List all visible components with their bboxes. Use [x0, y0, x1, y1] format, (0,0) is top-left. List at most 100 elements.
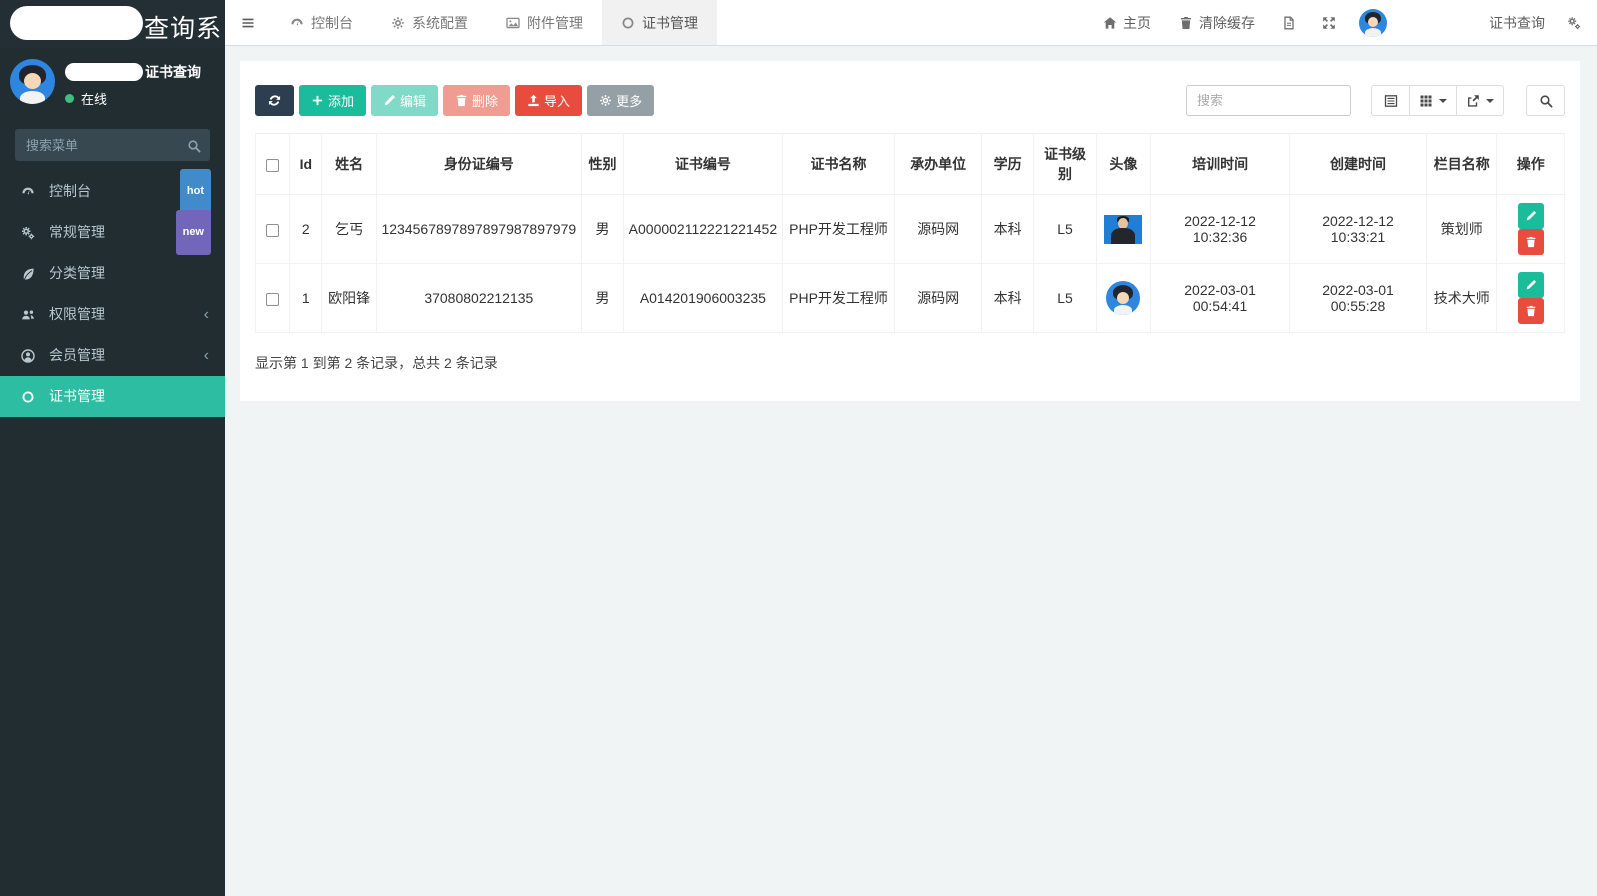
- home-label: 主页: [1123, 13, 1151, 33]
- delete-button[interactable]: 删除: [443, 85, 510, 116]
- col-id[interactable]: Id: [290, 134, 322, 195]
- cell-organizer: 源码网: [895, 264, 982, 333]
- table-search-input[interactable]: [1186, 85, 1351, 116]
- col-name[interactable]: 姓名: [322, 134, 376, 195]
- menu-search-input[interactable]: [15, 129, 210, 161]
- list-icon: [1384, 94, 1398, 108]
- col-gender[interactable]: 性别: [581, 134, 623, 195]
- tab-attachment[interactable]: 附件管理: [487, 0, 602, 45]
- sidebar-item-category[interactable]: 分类管理: [0, 253, 225, 294]
- sidebar-item-label: 控制台: [49, 171, 91, 212]
- detail-view-button[interactable]: [1371, 85, 1410, 116]
- leaf-icon: [21, 267, 40, 281]
- cell-cert-no: A014201906003235: [624, 264, 783, 333]
- cell-cert-name: PHP开发工程师: [782, 264, 895, 333]
- home-button[interactable]: 主页: [1089, 0, 1165, 45]
- certificate-table: Id 姓名 身份证编号 性别 证书编号 证书名称 承办单位 学历 证书级别 头像…: [255, 133, 1565, 333]
- user-icon: [21, 349, 40, 363]
- sidebar-item-auth[interactable]: 权限管理 ‹: [0, 294, 225, 335]
- tab-system-config[interactable]: 系统配置: [372, 0, 487, 45]
- sidebar-search: [15, 129, 210, 161]
- app-logo[interactable]: 查询系: [0, 0, 225, 48]
- row-edit-button[interactable]: [1518, 272, 1544, 298]
- user-name: 证书查询: [145, 62, 201, 82]
- row-checkbox[interactable]: [266, 293, 279, 306]
- top-navbar: 控制台 系统配置 附件管理 证书管理 主页 清除缓存 证书查询: [225, 0, 1597, 46]
- online-status-dot: [65, 94, 74, 103]
- page-icon[interactable]: [1269, 0, 1309, 45]
- refresh-icon: [268, 94, 281, 107]
- circle-icon: [621, 16, 635, 30]
- cell-gender: 男: [581, 195, 623, 264]
- sidebar-item-label: 权限管理: [49, 294, 105, 335]
- settings-gears-icon[interactable]: [1559, 0, 1597, 45]
- redaction-blob: [10, 6, 143, 40]
- sidebar-item-dashboard[interactable]: 控制台 hot: [0, 171, 225, 212]
- redaction-blob: [65, 63, 143, 81]
- col-organizer[interactable]: 承办单位: [895, 134, 982, 195]
- hamburger-icon[interactable]: [225, 0, 271, 45]
- tab-certificate[interactable]: 证书管理: [602, 0, 717, 45]
- edit-button[interactable]: 编辑: [371, 85, 438, 116]
- refresh-button[interactable]: [255, 85, 294, 116]
- fullscreen-icon[interactable]: [1309, 0, 1349, 45]
- search-submit-button[interactable]: [1526, 85, 1565, 116]
- columns-button[interactable]: [1410, 85, 1457, 116]
- export-button[interactable]: [1457, 85, 1504, 116]
- search-icon: [187, 138, 201, 156]
- col-cert-no[interactable]: 证书编号: [624, 134, 783, 195]
- home-icon: [1103, 16, 1117, 30]
- plus-icon: [311, 94, 324, 107]
- tab-dashboard[interactable]: 控制台: [271, 0, 372, 45]
- row-delete-button[interactable]: [1518, 298, 1544, 324]
- cell-level: L5: [1034, 264, 1096, 333]
- cell-name: 欧阳锋: [322, 264, 376, 333]
- row-avatar-cartoon[interactable]: [1106, 281, 1140, 315]
- more-button[interactable]: 更多: [587, 85, 654, 116]
- select-all-checkbox[interactable]: [266, 159, 279, 172]
- row-avatar-photo[interactable]: [1104, 215, 1142, 244]
- circle-icon: [21, 390, 40, 404]
- import-button[interactable]: 导入: [515, 85, 582, 116]
- row-checkbox[interactable]: [266, 224, 279, 237]
- dashboard-icon: [21, 185, 40, 199]
- row-delete-button[interactable]: [1518, 229, 1544, 255]
- row-edit-button[interactable]: [1518, 203, 1544, 229]
- col-train-time[interactable]: 培训时间: [1151, 134, 1290, 195]
- cell-create-time: 2022-12-12 10:33:21: [1290, 195, 1427, 264]
- col-column-name[interactable]: 栏目名称: [1426, 134, 1496, 195]
- col-id-number[interactable]: 身份证编号: [376, 134, 581, 195]
- cell-education: 本科: [981, 264, 1033, 333]
- cell-create-time: 2022-03-01 00:55:28: [1290, 264, 1427, 333]
- export-icon: [1466, 94, 1480, 108]
- table-panel: 添加 编辑 删除 导入 更多: [240, 61, 1580, 401]
- cell-name: 乞丐: [322, 195, 376, 264]
- col-create-time[interactable]: 创建时间: [1290, 134, 1427, 195]
- navbar-avatar[interactable]: [1359, 9, 1387, 37]
- col-cert-name[interactable]: 证书名称: [782, 134, 895, 195]
- pencil-icon: [1525, 210, 1537, 222]
- hot-badge: hot: [180, 169, 211, 214]
- col-avatar[interactable]: 头像: [1096, 134, 1150, 195]
- clear-cache-button[interactable]: 清除缓存: [1165, 0, 1269, 45]
- navbar-username[interactable]: 证书查询: [1475, 0, 1559, 45]
- sidebar-item-member[interactable]: 会员管理 ‹: [0, 335, 225, 376]
- chevron-left-icon: ‹: [204, 348, 209, 364]
- sidebar-item-certificate[interactable]: 证书管理: [0, 376, 225, 417]
- record-summary: 显示第 1 到第 2 条记录，总共 2 条记录: [255, 353, 1565, 373]
- col-education[interactable]: 学历: [981, 134, 1033, 195]
- online-status-label: 在线: [81, 89, 107, 108]
- trash-icon: [1525, 236, 1537, 248]
- add-button[interactable]: 添加: [299, 85, 366, 116]
- table-row: 2 乞丐 1234567897897897987897979 男 A000002…: [256, 195, 1565, 264]
- table-header-row: Id 姓名 身份证编号 性别 证书编号 证书名称 承办单位 学历 证书级别 头像…: [256, 134, 1565, 195]
- col-level[interactable]: 证书级别: [1034, 134, 1096, 195]
- col-operate[interactable]: 操作: [1497, 134, 1565, 195]
- sidebar-item-general[interactable]: 常规管理 new: [0, 212, 225, 253]
- sidebar-item-label: 会员管理: [49, 335, 105, 376]
- sidebar-item-label: 分类管理: [49, 253, 105, 294]
- main-content: 添加 编辑 删除 导入 更多: [225, 46, 1597, 896]
- cell-column-name: 策划师: [1426, 195, 1496, 264]
- table-row: 1 欧阳锋 37080802212135 男 A014201906003235 …: [256, 264, 1565, 333]
- tab-label: 证书管理: [642, 13, 698, 33]
